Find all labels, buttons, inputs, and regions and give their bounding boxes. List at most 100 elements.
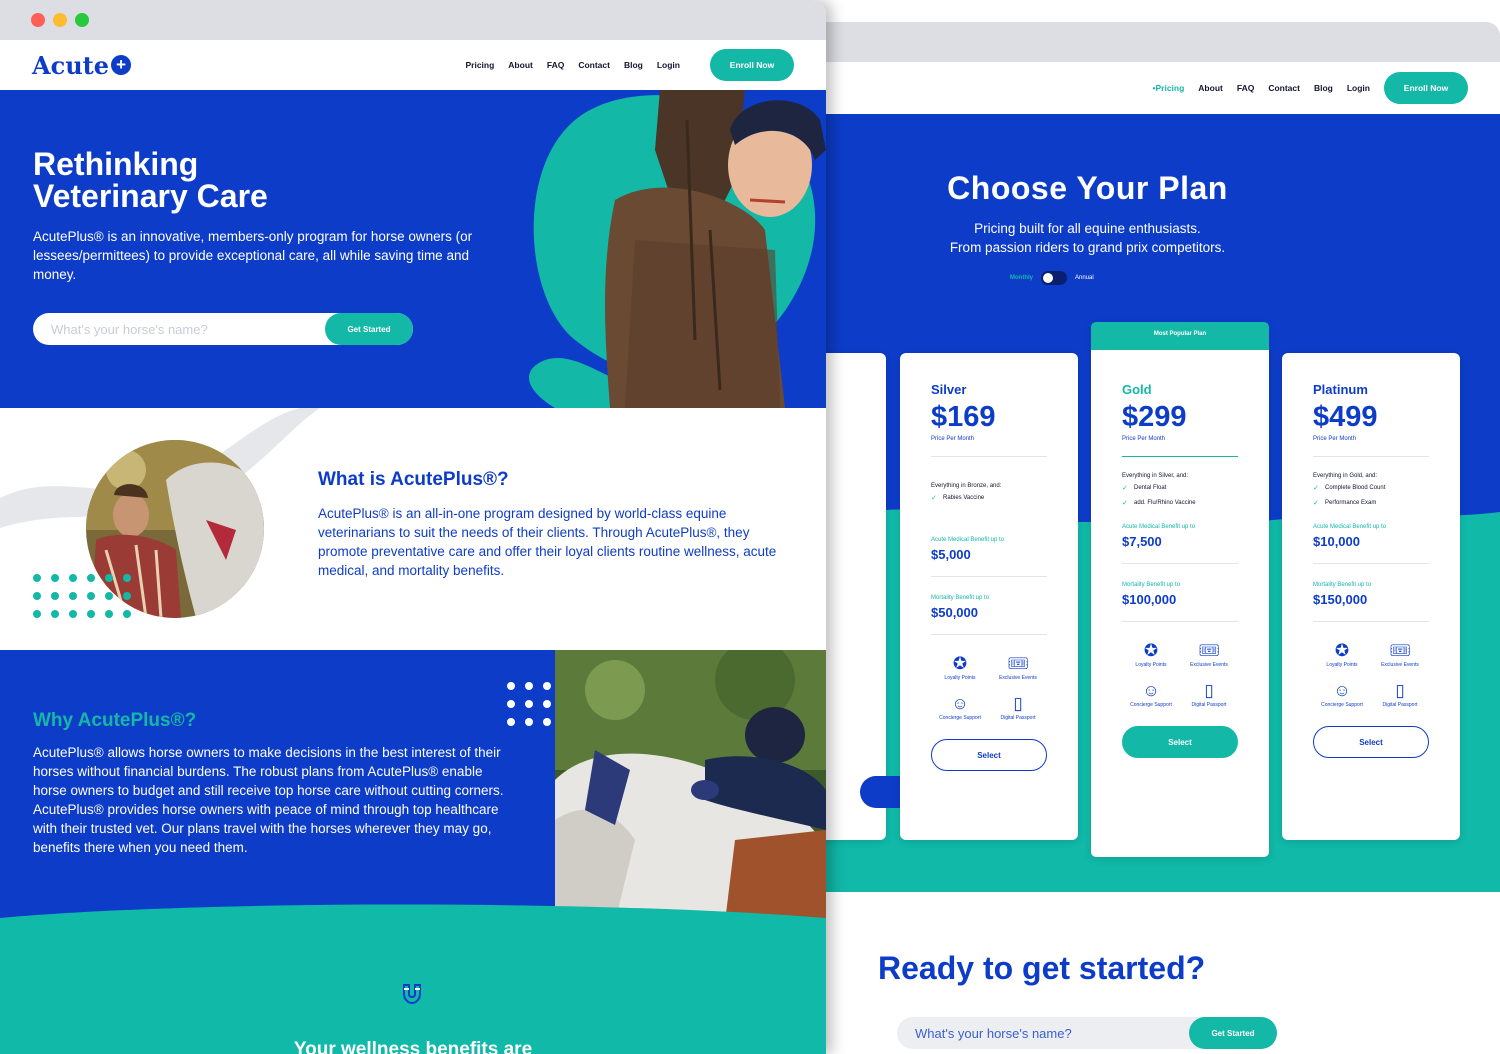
plan-everything-line: Everything in Silver, and: [1122, 473, 1189, 479]
perks-grid: ✪ Loyalty Points 🎟 Exclusive Events ☺ Conci… [1313, 640, 1429, 708]
plan-feature: add. Flu/Rhino Vaccine [1122, 499, 1238, 507]
perk-label: Concierge Support [1321, 702, 1363, 708]
select-platinum-button[interactable]: Select [1313, 726, 1429, 758]
plan-card-bronze-partial [820, 353, 940, 840]
plan-price: $169 [931, 401, 996, 433]
hero-description: AcutePlus® is an innovative, members-onl… [33, 229, 473, 282]
mortality-benefit-value: $100,000 [1122, 592, 1177, 607]
wellness-section: Your wellness benefits are [0, 904, 826, 1054]
close-window-button[interactable] [31, 13, 45, 27]
plan-price: $299 [1122, 401, 1187, 433]
pricing-nav: •Pricing About FAQ Contact Blog Login En… [820, 62, 1500, 114]
nav-faq[interactable]: FAQ [1237, 83, 1254, 93]
get-started-button-bottom[interactable]: Get Started [1189, 1017, 1277, 1049]
site-header: Acute + Pricing About FAQ Contact Blog L… [0, 40, 826, 90]
home-window-chrome [0, 0, 826, 40]
divider [1313, 563, 1429, 564]
what-description: AcutePlus® is an all-in-one program desi… [318, 506, 777, 578]
plan-feature: Complete Blood Count [1313, 484, 1429, 492]
medical-benefit-value: $5,000 [931, 547, 971, 562]
plan-name: Silver [931, 382, 967, 397]
pricing-subtitle-line: From passion riders to grand prix compet… [949, 240, 1226, 255]
billing-toggle[interactable] [1041, 271, 1067, 285]
nav-login[interactable]: Login [657, 60, 680, 70]
pricing-title: Choose Your Plan [947, 170, 1228, 206]
nav-contact[interactable]: Contact [578, 60, 610, 70]
what-title: What is AcutePlus®? [318, 469, 509, 490]
medical-benefit-value: $7,500 [1122, 534, 1162, 549]
horse-name-input-bottom[interactable]: What's your horse's name? Get Started [897, 1017, 1277, 1049]
ready-title: Ready to get started? [878, 950, 1206, 986]
mortality-benefit-label: Mortality Benefit up to [1122, 582, 1181, 588]
input-placeholder: What's your horse's name? [51, 322, 208, 337]
star-badge-icon: ✪ [952, 654, 968, 673]
plan-everything-line: Everything in Gold, and: [1313, 473, 1378, 479]
zoom-window-button[interactable] [75, 13, 89, 27]
perk-loyalty: ✪ Loyalty Points [1122, 640, 1180, 668]
price-period: Price Per Month [1313, 436, 1357, 442]
medical-benefit-label: Acute Medical Benefit up to [931, 537, 1005, 543]
select-gold-button[interactable]: Select [1122, 726, 1238, 758]
enroll-now-button[interactable]: Enroll Now [710, 49, 794, 81]
price-period: Price Per Month [931, 436, 975, 442]
perk-loyalty: ✪ Loyalty Points [931, 653, 989, 681]
divider [931, 576, 1047, 577]
plan-card-silver: Silver $169 Price Per Month Everything i… [900, 353, 1078, 840]
mortality-benefit-label: Mortality Benefit up to [1313, 582, 1372, 588]
pricing-subtitle: Pricing built for all equine enthusiasts… [900, 219, 1275, 257]
plan-name: Gold [1122, 382, 1152, 397]
nav-faq[interactable]: FAQ [547, 60, 564, 70]
price-period: Price Per Month [1122, 436, 1166, 442]
perk-label: Concierge Support [939, 715, 981, 721]
perks-grid: ✪ Loyalty Points 🎟 Exclusive Events ☺ Conci… [931, 653, 1047, 721]
nav-contact[interactable]: Contact [1268, 83, 1300, 93]
enroll-now-button[interactable]: Enroll Now [1384, 72, 1468, 104]
what-section: What is AcutePlus®? AcutePlus® is an all… [0, 408, 826, 650]
nav-blog[interactable]: Blog [1314, 83, 1333, 93]
perk-concierge: ☺ Concierge Support [931, 693, 989, 721]
monthly-label[interactable]: Monthly [1010, 275, 1033, 281]
nav-blog[interactable]: Blog [624, 60, 643, 70]
nav-login[interactable]: Login [1347, 83, 1370, 93]
hero-title: Rethinking Veterinary Care [33, 148, 433, 212]
plan-card-platinum: Platinum $499 Price Per Month Everything… [1282, 353, 1460, 840]
concierge-icon: ☺ [1333, 681, 1351, 700]
magnet-icon [403, 984, 421, 1005]
nav-about[interactable]: About [508, 60, 533, 70]
ticket-icon: 🎟 [1389, 641, 1411, 660]
perk-passport: ▯ Digital Passport [989, 693, 1047, 721]
phone-icon: ▯ [1204, 681, 1214, 700]
divider [1313, 621, 1429, 622]
divider [1122, 456, 1238, 457]
mortality-benefit-value: $150,000 [1313, 592, 1368, 607]
perk-label: Loyalty Points [1135, 662, 1167, 668]
mortality-benefit-label: Mortality Benefit up to [931, 595, 990, 601]
select-silver-button[interactable]: Select [931, 739, 1047, 771]
why-section: Why AcutePlus®? AcutePlus® allows horse … [0, 650, 826, 922]
home-window: Acute + Pricing About FAQ Contact Blog L… [0, 0, 826, 1054]
nav-pricing[interactable]: •Pricing [1153, 83, 1185, 93]
input-placeholder: What's your horse's name? [915, 1026, 1072, 1041]
ticket-icon: 🎟 [1198, 641, 1220, 660]
perk-label: Exclusive Events [1190, 662, 1228, 668]
divider [1122, 621, 1238, 622]
annual-label[interactable]: Annual [1075, 275, 1094, 281]
horse-name-input[interactable]: What's your horse's name? Get Started [33, 313, 413, 345]
plan-card-gold: Most Popular Plan Gold $299 Price Per Mo… [1091, 322, 1269, 857]
concierge-icon: ☺ [1142, 681, 1160, 700]
get-started-button[interactable]: Get Started [325, 313, 413, 345]
nav-pricing[interactable]: Pricing [465, 60, 494, 70]
star-badge-icon: ✪ [1334, 641, 1350, 660]
perk-concierge: ☺ Concierge Support [1313, 680, 1371, 708]
hero-rider-horse-image [528, 90, 826, 408]
nav-about[interactable]: About [1198, 83, 1223, 93]
acute-logo[interactable]: Acute + [32, 51, 132, 80]
teal-wave [0, 904, 826, 930]
main-nav: Pricing About FAQ Contact Blog Login Enr… [465, 49, 794, 81]
plan-everything-line: Everything in Bronze, and: [931, 483, 1002, 489]
minimize-window-button[interactable] [53, 13, 67, 27]
decorative-dots-teal [33, 574, 131, 618]
perk-label: Exclusive Events [999, 675, 1037, 681]
pricing-window: •Pricing About FAQ Contact Blog Login En… [820, 22, 1500, 1054]
perk-label: Concierge Support [1130, 702, 1172, 708]
